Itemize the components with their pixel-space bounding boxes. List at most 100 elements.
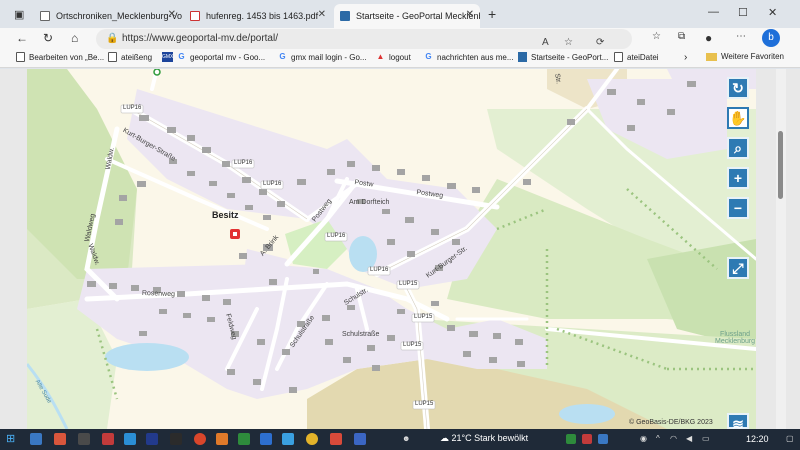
geoportal-icon [518, 52, 527, 62]
folder-icon [706, 52, 717, 61]
chevron-up-icon[interactable]: ^ [656, 434, 660, 443]
bookmark-nachrichten[interactable]: Gnachrichten aus me... [424, 52, 513, 62]
layers-button[interactable]: ≋ [727, 413, 749, 429]
route-label: LUP16 [370, 267, 389, 273]
collections-icon[interactable]: ⧉ [678, 31, 685, 42]
favorites-icon[interactable]: ☆ [652, 31, 661, 42]
minus-icon: − [733, 200, 743, 216]
tray-app-icon[interactable] [582, 434, 592, 444]
wifi-icon[interactable]: ◠ [670, 434, 677, 443]
windows-taskbar: ⊞ ☻ ☁ 21°C Stark bewölkt ◉ ^ ◠ ◀ ▭ 12:20… [0, 429, 800, 450]
magnifier-plus-icon: ⌕ [734, 140, 742, 156]
bookmark-gmx-mail-login[interactable]: Ggmx mail login - Go... [278, 52, 366, 62]
hand-icon: ✋ [729, 110, 747, 126]
refresh-icon: ↻ [732, 80, 744, 96]
close-tab-icon[interactable]: ✕ [168, 9, 176, 20]
zoom-box-button[interactable]: ⌕ [727, 137, 749, 159]
excel-icon[interactable] [238, 433, 250, 445]
close-tab-icon[interactable]: ✕ [466, 9, 474, 20]
edge-icon[interactable] [282, 433, 294, 445]
route-label: LUP16 [263, 181, 282, 187]
plus-icon: + [733, 170, 743, 186]
app-icon[interactable] [194, 433, 206, 445]
onedrive-icon[interactable] [260, 433, 272, 445]
scrollbar-thumb[interactable] [778, 131, 783, 199]
app-icon[interactable] [54, 433, 66, 445]
layers-icon: ≋ [732, 416, 744, 429]
tab-title: Ortschroniken_Mecklenburg-Vo [56, 11, 182, 21]
refresh-icon[interactable]: ↻ [43, 31, 53, 45]
close-window-icon[interactable]: ✕ [768, 6, 777, 19]
minimize-icon[interactable]: — [708, 6, 719, 18]
zoom-in-button[interactable]: + [727, 167, 749, 189]
keyboard-icon[interactable]: ▭ [702, 434, 710, 443]
document-icon [16, 52, 25, 62]
volume-icon[interactable]: ◀ [686, 434, 692, 443]
weather-widget[interactable]: ☁ 21°C Stark bewölkt [440, 433, 528, 444]
route-label: LUP15 [403, 342, 422, 348]
app-icon[interactable] [30, 433, 42, 445]
route-label: LUP15 [415, 401, 434, 407]
maximize-icon[interactable]: ☐ [738, 6, 748, 19]
pdf-icon [190, 11, 200, 21]
app-icon[interactable] [102, 433, 114, 445]
bookmark-ateisseng[interactable]: ateißeng [108, 52, 152, 62]
app-icon[interactable] [216, 433, 228, 445]
bookmark-logout[interactable]: ▲ logout [376, 52, 411, 62]
notifications-icon[interactable]: ▢ [786, 434, 794, 443]
windows-start-icon[interactable]: ⊞ [6, 433, 18, 445]
word-icon[interactable] [354, 433, 366, 445]
tab-ortschroniken[interactable]: Ortschroniken_Mecklenburg-Vo ✕ [34, 4, 182, 28]
zoom-out-button[interactable]: − [727, 197, 749, 219]
menu-icon[interactable]: ⋯ [736, 31, 746, 42]
page-content: LUP16 LUP16 LUP16 LUP16 LUP16 LUP15 LUP1… [0, 69, 800, 429]
tab-title: hufenreg. 1453 bis 1463.pdf [206, 11, 319, 21]
bing-icon[interactable]: b [762, 29, 780, 47]
bookmark-bearbeiten[interactable]: Bearbeiten von „Be... [16, 52, 104, 62]
document-icon [614, 52, 623, 62]
map-canvas [27, 69, 756, 429]
tab-hufenreg[interactable]: hufenreg. 1453 bis 1463.pdf ✕ [184, 4, 332, 28]
street-label-rosenweg: Rosenweg [141, 290, 176, 299]
street-label-am-dorfteich: Am Dorfteich [349, 199, 390, 206]
google-icon: G [178, 52, 185, 61]
street-label-schulstrasse: Schulstraße [342, 331, 380, 338]
bookmark-geoportal-mv[interactable]: GMX Ggeoportal mv - Goo... [162, 52, 265, 62]
network-icon[interactable]: ◉ [640, 434, 647, 443]
tray-app-icon[interactable] [598, 434, 608, 444]
expand-icon: ⤢ [732, 260, 744, 276]
tray-app-icon[interactable] [566, 434, 576, 444]
address-bar[interactable]: 🔒 https://www.geoportal-mv.de/portal/ A … [96, 29, 632, 49]
back-icon[interactable]: ← [16, 31, 28, 45]
route-label: LUP16 [234, 160, 253, 166]
new-tab-button[interactable]: + [488, 6, 496, 22]
profile-icon[interactable]: ● [705, 31, 712, 45]
lock-icon: 🔒 [106, 33, 119, 44]
clock[interactable]: 12:20 [746, 434, 769, 444]
app-icon[interactable] [330, 433, 342, 445]
edge-icon[interactable] [124, 433, 136, 445]
bookmarks-overflow-icon[interactable]: › [684, 52, 687, 63]
app-icon[interactable] [170, 433, 182, 445]
bookmark-startseite-geoportal[interactable]: Startseite - GeoPort... [518, 52, 608, 62]
tab-actions-icon[interactable]: ▣ [14, 8, 24, 21]
bookmark-weitere-favoriten[interactable]: Weitere Favoriten [706, 52, 784, 61]
tab-title: Startseite - GeoPortal Mecklenburg [356, 11, 480, 21]
bookmark-ateidatei[interactable]: ateiDatei [614, 52, 659, 62]
logout-icon: ▲ [376, 52, 385, 61]
pan-tool-button[interactable]: ✋ [727, 107, 749, 129]
weather-icon: ☁ [440, 433, 452, 443]
people-icon[interactable]: ☻ [402, 434, 410, 443]
map-viewer[interactable]: LUP16 LUP16 LUP16 LUP16 LUP16 LUP15 LUP1… [27, 69, 756, 429]
close-tab-icon[interactable]: ✕ [318, 9, 326, 20]
app-icon[interactable] [146, 433, 158, 445]
page-scrollbar[interactable] [776, 69, 786, 429]
refresh-map-button[interactable]: ↻ [727, 77, 749, 99]
google-icon: G [425, 52, 432, 61]
bookmarks-bar: Bearbeiten von „Be... ateißeng GMX Ggeopo… [0, 50, 800, 68]
fullscreen-button[interactable]: ⤢ [727, 257, 749, 279]
chrome-icon[interactable] [306, 433, 318, 445]
tab-geoportal[interactable]: Startseite - GeoPortal Mecklenburg ✕ [334, 4, 480, 28]
home-icon[interactable]: ⌂ [71, 31, 78, 45]
app-icon[interactable] [78, 433, 90, 445]
